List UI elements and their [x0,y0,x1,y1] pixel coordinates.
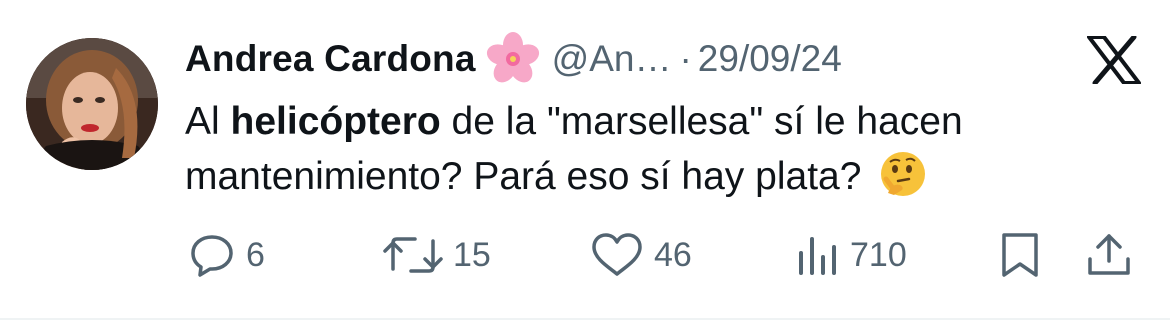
retweet-icon [383,237,443,273]
like-count: 46 [654,235,692,274]
share-button[interactable] [1086,225,1132,285]
tweet-date[interactable]: 29/09/24 [698,38,842,80]
author-display-name[interactable]: Andrea Cardona [185,38,476,80]
view-count: 710 [850,235,907,274]
x-logo-icon[interactable] [1087,34,1141,86]
avatar-image [26,38,158,170]
tweet-card[interactable]: Andrea Cardona @An… · 29/09/24 Al helicó… [0,0,1170,320]
reply-icon [191,235,233,277]
bookmark-button[interactable] [998,225,1042,285]
cherry-blossom-icon [486,32,540,86]
tweet-text: Al helicóptero de la "marsellesa" sí le … [185,94,1085,204]
heart-icon [592,233,642,276]
author-handle[interactable]: @An… [552,38,672,80]
retweet-count: 15 [453,235,491,274]
header-separator: · [679,38,692,79]
tweet-text-part: Al [185,100,231,143]
thinking-face-icon [878,149,928,199]
retweet-button[interactable]: 15 [383,225,491,285]
like-button[interactable]: 46 [590,225,692,285]
avatar[interactable] [26,38,158,170]
tweet-text-bold: helicóptero [230,100,441,143]
reply-count: 6 [246,235,265,274]
share-icon [1088,234,1130,275]
bookmark-icon [1002,233,1038,277]
reply-button[interactable]: 6 [188,225,265,285]
analytics-icon [799,237,836,275]
tweet-actions: 6 15 46 710 [0,225,1170,285]
views-button[interactable]: 710 [796,225,907,285]
tweet-header: Andrea Cardona @An… · 29/09/24 [185,32,842,86]
